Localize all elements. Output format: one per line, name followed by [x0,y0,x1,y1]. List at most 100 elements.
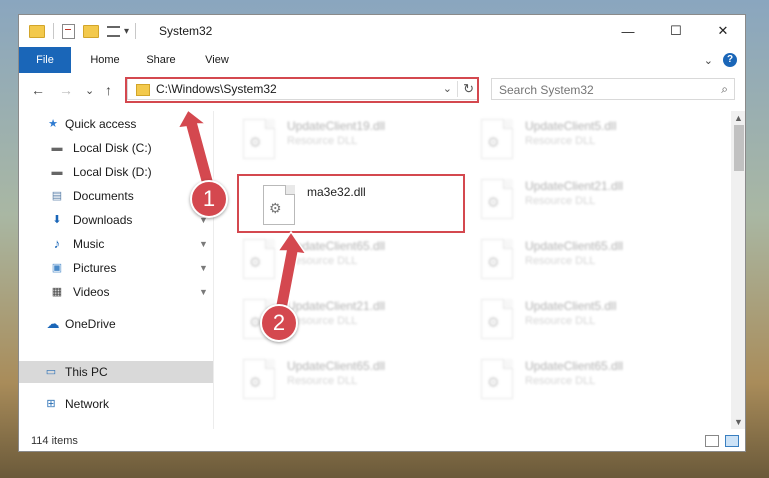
up-icon[interactable]: ↑ [105,82,112,98]
dll-file-icon: ⚙ [481,359,513,399]
sidebar-item-documents[interactable]: ▤ Documents ▼ [19,185,213,207]
drive-icon: ▬ [51,166,63,178]
sidebar-item-local-disk-d[interactable]: ▬ Local Disk (D:) [19,161,213,183]
status-bar: 114 items [19,431,745,451]
minimize-button[interactable]: — [605,15,651,47]
file-type: Resource DLL [287,375,358,387]
tab-share[interactable]: Share [141,47,181,73]
sidebar-item-label: Videos [73,285,110,299]
pin-icon[interactable]: ▼ [199,239,208,249]
properties-icon[interactable] [62,23,75,39]
drive-icon: ▬ [51,142,63,154]
details-view-icon[interactable] [705,435,719,447]
large-icons-view-icon[interactable] [725,435,739,447]
vertical-scrollbar[interactable]: ▲ ▼ [731,111,745,429]
sidebar-item-label: Music [73,237,105,251]
pin-icon[interactable]: ▼ [199,287,208,297]
file-name: UpdateClient5.dll [525,299,617,313]
new-folder-icon[interactable] [83,24,99,38]
file-item[interactable]: ⚙ UpdateClient19.dll Resource DLL [239,115,469,171]
dll-file-icon: ⚙ [243,359,275,399]
file-type: Resource DLL [525,315,596,327]
music-icon: ♪ [53,236,61,251]
back-icon[interactable]: ← [31,82,45,98]
item-count: 114 items [31,435,78,447]
file-type: Resource DLL [287,135,358,147]
sidebar-item-this-pc[interactable]: ▭ This PC [19,361,213,383]
search-input[interactable] [492,79,711,101]
tab-view[interactable]: View [197,47,237,73]
file-name: UpdateClient21.dll [287,299,386,313]
view-switcher [705,435,739,447]
dll-file-icon: ⚙ [481,119,513,159]
divider [135,23,137,39]
documents-icon: ▤ [51,190,63,202]
file-item[interactable]: ⚙ UpdateClient65.dll Resource DLL [239,355,469,411]
forward-icon[interactable]: → [59,82,73,98]
sidebar-item-music[interactable]: ♪ Music ▼ [19,233,213,255]
help-icon[interactable]: ? [723,53,737,67]
quick-access-toolbar: ▾ [29,23,137,39]
file-name: UpdateClient19.dll [287,119,386,133]
pictures-icon: ▣ [51,262,63,274]
maximize-button[interactable]: ☐ [653,15,699,47]
pin-icon[interactable]: ▼ [199,263,208,273]
sidebar-item-onedrive[interactable]: ☁ OneDrive [19,313,213,335]
pane-divider[interactable] [213,111,214,429]
file-item[interactable]: ⚙ UpdateClient65.dll Resource DLL [477,235,707,291]
file-name: UpdateClient65.dll [525,359,624,373]
expand-ribbon-icon[interactable]: ⌄ [704,54,713,67]
divider [53,23,54,39]
scrollbar-thumb[interactable] [734,125,744,171]
file-type: Resource DLL [287,255,358,267]
file-type: Resource DLL [525,195,596,207]
file-type: Resource DLL [525,255,596,267]
sidebar-item-pictures[interactable]: ▣ Pictures ▼ [19,257,213,279]
customize-icon[interactable] [107,25,120,37]
sidebar-item-videos[interactable]: ▦ Videos ▼ [19,281,213,303]
file-highlight [237,174,465,233]
recent-locations-icon[interactable]: ⌄ [85,84,94,97]
file-name: UpdateClient65.dll [287,359,386,373]
ribbon-controls: ⌄ ? [704,53,737,67]
file-item[interactable]: ⚙ UpdateClient5.dll Resource DLL [477,295,707,351]
scroll-down-icon[interactable]: ▼ [734,417,743,427]
dll-file-icon: ⚙ [243,239,275,279]
computer-icon: ▭ [45,366,57,378]
step-1-badge: 1 [190,180,228,218]
file-item[interactable]: ⚙ UpdateClient65.dll Resource DLL [477,355,707,411]
toolbar-dropdown-icon[interactable]: ▾ [124,26,129,37]
video-icon: ▦ [51,286,63,298]
close-button[interactable]: ✕ [700,15,745,47]
file-item[interactable]: ⚙ UpdateClient21.dll Resource DLL [477,175,707,231]
file-name: UpdateClient65.dll [525,239,624,253]
sidebar-item-network[interactable]: ⊞ Network [19,393,213,415]
file-item[interactable]: ⚙ UpdateClient5.dll Resource DLL [477,115,707,171]
star-icon: ★ [48,118,58,130]
sidebar-item-quick-access[interactable]: ★ Quick access [19,113,213,135]
sidebar-item-label: Documents [73,189,134,203]
dll-file-icon: ⚙ [481,179,513,219]
window-title: System32 [159,24,213,38]
dll-file-icon: ⚙ [481,299,513,339]
sidebar-item-label: OneDrive [65,317,116,331]
file-list: ⚙ UpdateClient19.dll Resource DLL ⚙ Upda… [215,111,731,429]
search-box[interactable]: ⌕ [491,78,735,101]
file-item[interactable]: ⚙ UpdateClient65.dll Resource DLL [239,235,469,291]
scroll-up-icon[interactable]: ▲ [734,113,743,123]
sidebar-item-label: Quick access [65,117,137,131]
cloud-icon: ☁ [46,316,60,331]
navigation-pane: ★ Quick access ▬ Local Disk (C:) ▬ Local… [19,111,213,429]
sidebar-item-label: Local Disk (D:) [73,165,152,179]
file-name: UpdateClient21.dll [525,179,624,193]
folder-icon [29,24,45,38]
dll-file-icon: ⚙ [243,119,275,159]
sidebar-item-downloads[interactable]: ⬇ Downloads ▼ [19,209,213,231]
search-icon[interactable]: ⌕ [721,82,728,97]
ribbon-tabs: File Home Share View ⌄ ? [19,47,745,103]
sidebar-item-local-disk-c[interactable]: ▬ Local Disk (C:) [19,137,213,159]
title-bar: ▾ System32 — ☐ ✕ [19,15,745,47]
address-bar-highlight [125,77,479,103]
file-type: Resource DLL [525,135,596,147]
tab-home[interactable]: Home [85,47,125,73]
